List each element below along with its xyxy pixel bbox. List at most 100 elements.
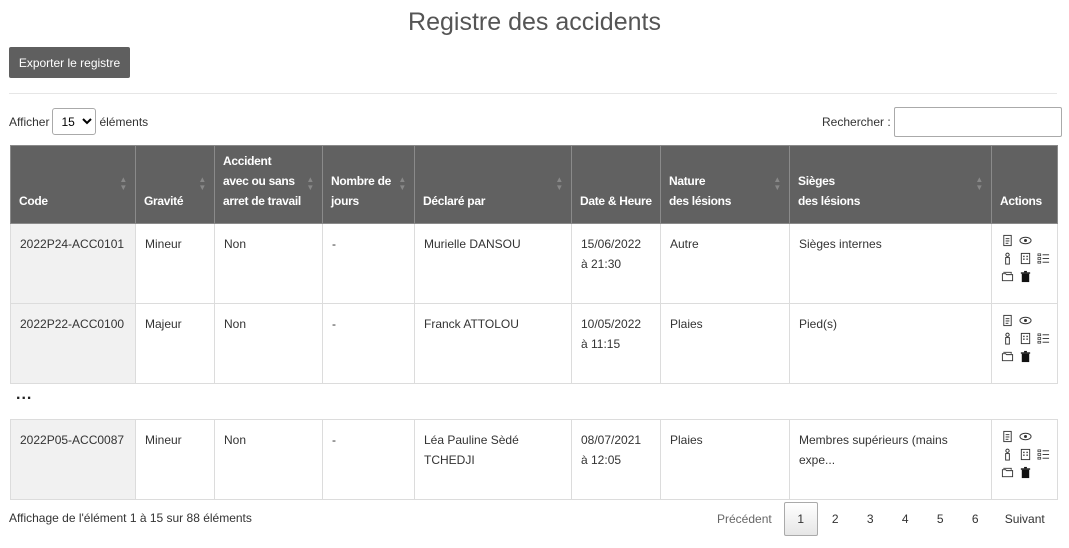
pagination: Précédent 1 2 3 4 5 6 Suivant xyxy=(705,502,1057,536)
date-value: 10/05/2022 xyxy=(581,317,642,331)
sort-icon: ▲ ▼ xyxy=(773,175,781,192)
column-header-date[interactable]: Date & Heure xyxy=(571,145,661,224)
sort-icon: ▲ ▼ xyxy=(119,175,127,192)
list-icon[interactable] xyxy=(1037,332,1051,346)
cell-code: 2022P22-ACC0100 xyxy=(10,303,136,384)
table-row: 2022P22-ACC0100 Majeur Non - Franck ATTO… xyxy=(10,303,1058,384)
date-value: 15/06/2022 xyxy=(581,237,642,251)
cell-gravite: Mineur xyxy=(135,223,215,304)
column-header-nature[interactable]: Nature des lésions ▲ ▼ xyxy=(660,145,790,224)
divider xyxy=(9,93,1057,94)
row-actions xyxy=(1001,234,1051,284)
cell-date: 08/07/2021 à 12:05 xyxy=(571,419,661,500)
person-icon[interactable] xyxy=(1001,332,1015,346)
column-header-jours[interactable]: Nombre de jours ▲ ▼ xyxy=(322,145,415,224)
cell-code: 2022P05-ACC0087 xyxy=(10,419,136,500)
cell-gravite: Majeur xyxy=(135,303,215,384)
cell-date: 15/06/2022 à 21:30 xyxy=(571,223,661,304)
search-control: Rechercher : xyxy=(822,107,1062,137)
trash-icon[interactable] xyxy=(1019,466,1033,480)
pagination-previous[interactable]: Précédent xyxy=(705,502,784,536)
length-prefix: Afficher xyxy=(9,114,50,129)
sort-icon: ▲ ▼ xyxy=(975,175,983,192)
accidents-table-continued: 2022P05-ACC0087 Mineur Non - Léa Pauline… xyxy=(10,419,1058,500)
cell-nature: Autre xyxy=(660,223,790,304)
pagination-page-6[interactable]: 6 xyxy=(958,502,993,536)
time-value: à 11:15 xyxy=(581,337,621,351)
building-icon[interactable] xyxy=(1019,448,1033,462)
person-icon[interactable] xyxy=(1001,252,1015,266)
column-header-actions: Actions xyxy=(991,145,1058,224)
column-header-arret[interactable]: Accident avec ou sans arret de travail ▲ ▼ xyxy=(214,145,323,224)
folder-icon[interactable] xyxy=(1001,350,1015,364)
export-register-button[interactable]: Exporter le registre xyxy=(9,47,130,78)
cell-jours: - xyxy=(322,419,415,500)
folder-icon[interactable] xyxy=(1001,270,1015,284)
cell-actions xyxy=(991,223,1058,304)
sort-icon: ▲ ▼ xyxy=(198,175,206,192)
trash-icon[interactable] xyxy=(1019,270,1033,284)
list-icon[interactable] xyxy=(1037,448,1051,462)
page-length-select[interactable]: 15 xyxy=(52,108,97,135)
table-row: 2022P05-ACC0087 Mineur Non - Léa Pauline… xyxy=(10,419,1058,500)
cell-arret: Non xyxy=(214,223,323,304)
time-value: à 21:30 xyxy=(581,257,622,271)
eye-icon[interactable] xyxy=(1019,234,1033,248)
pagination-page-2[interactable]: 2 xyxy=(818,502,853,536)
cell-nature: Plaies xyxy=(660,303,790,384)
cell-declare: Franck ATTOLOU xyxy=(414,303,572,384)
cell-date: 10/05/2022 à 11:15 xyxy=(571,303,661,384)
column-header-code[interactable]: Code ▲ ▼ xyxy=(10,145,136,224)
document-icon[interactable] xyxy=(1001,314,1015,328)
sort-icon: ▲ ▼ xyxy=(306,175,314,192)
cell-arret: Non xyxy=(214,303,323,384)
building-icon[interactable] xyxy=(1019,252,1033,266)
trash-icon[interactable] xyxy=(1019,350,1033,364)
table-row: 2022P24-ACC0101 Mineur Non - Murielle DA… xyxy=(10,223,1058,304)
sort-icon: ▲ ▼ xyxy=(398,175,406,192)
eye-icon[interactable] xyxy=(1019,430,1033,444)
cell-sieges: Sièges internes xyxy=(789,223,992,304)
search-input[interactable] xyxy=(893,107,1062,137)
row-actions xyxy=(1001,314,1051,364)
sort-icon: ▲ ▼ xyxy=(555,175,563,192)
document-icon[interactable] xyxy=(1001,234,1015,248)
row-actions xyxy=(1001,430,1051,480)
cell-declare: Murielle DANSOU xyxy=(414,223,572,304)
eye-icon[interactable] xyxy=(1019,314,1033,328)
date-value: 08/07/2021 xyxy=(581,433,642,447)
page-title: Registre des accidents xyxy=(408,8,661,36)
length-suffix: éléments xyxy=(99,114,149,129)
cell-actions xyxy=(991,303,1058,384)
column-header-sieges[interactable]: Sièges des lésions ▲ ▼ xyxy=(789,145,992,224)
page-length-control: Afficher 15 éléments xyxy=(9,108,148,135)
cell-declare: Léa Pauline Sèdé TCHEDJI xyxy=(414,419,572,500)
cell-sieges: Pied(s) xyxy=(789,303,992,384)
cell-arret: Non xyxy=(214,419,323,500)
time-value: à 12:05 xyxy=(581,453,622,467)
table-info: Affichage de l'élément 1 à 15 sur 88 élé… xyxy=(9,511,252,525)
rows-ellipsis: ... xyxy=(16,386,33,403)
building-icon[interactable] xyxy=(1019,332,1033,346)
accidents-table: Code ▲ ▼ Gravité ▲ ▼ Accident avec ou sans arr… xyxy=(10,145,1058,384)
cell-jours: - xyxy=(322,223,415,304)
pagination-page-5[interactable]: 5 xyxy=(923,502,958,536)
pagination-next[interactable]: Suivant xyxy=(993,502,1057,536)
cell-nature: Plaies xyxy=(660,419,790,500)
table-header-row: Code ▲ ▼ Gravité ▲ ▼ Accident avec ou sans arr… xyxy=(10,145,1058,224)
pagination-page-4[interactable]: 4 xyxy=(888,502,923,536)
column-header-gravite[interactable]: Gravité ▲ ▼ xyxy=(135,145,215,224)
column-header-declare[interactable]: Déclaré par ▲ ▼ xyxy=(414,145,572,224)
pagination-page-3[interactable]: 3 xyxy=(853,502,888,536)
list-icon[interactable] xyxy=(1037,252,1051,266)
cell-actions xyxy=(991,419,1058,500)
folder-icon[interactable] xyxy=(1001,466,1015,480)
pagination-page-1[interactable]: 1 xyxy=(783,502,818,536)
person-icon[interactable] xyxy=(1001,448,1015,462)
cell-jours: - xyxy=(322,303,415,384)
cell-sieges: Membres supérieurs (mains expe... xyxy=(789,419,992,500)
cell-gravite: Mineur xyxy=(135,419,215,500)
cell-code: 2022P24-ACC0101 xyxy=(10,223,136,304)
search-label: Rechercher : xyxy=(822,115,891,129)
document-icon[interactable] xyxy=(1001,430,1015,444)
